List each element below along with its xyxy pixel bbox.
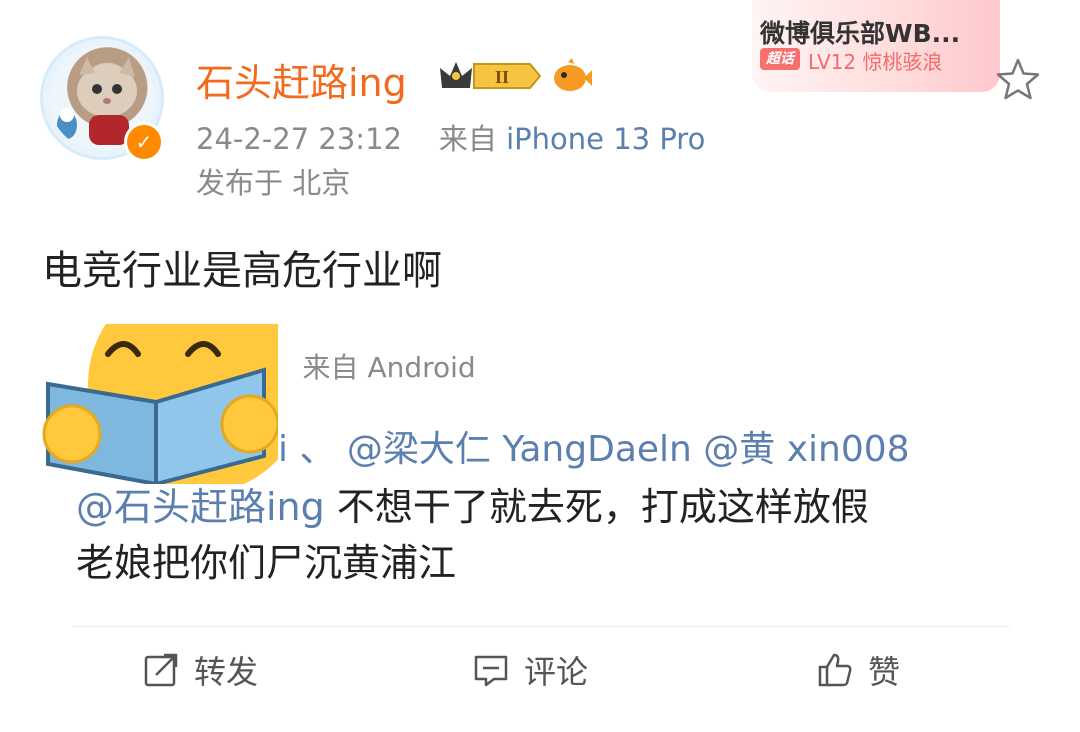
repost-button[interactable]: 转发 — [142, 646, 258, 694]
club-level-tagline: LV12 惊桃骇浪 — [808, 46, 942, 75]
fish-badge-icon — [554, 58, 592, 91]
quoted-mentions-line[interactable]: ii 、 @梁大仁 YangDaeln @黄 xin008 — [268, 420, 910, 472]
quoted-mention[interactable]: @石头赶路ing — [76, 485, 325, 529]
post-location: 发布于 北京 — [196, 166, 351, 200]
comment-button[interactable]: 评论 — [472, 646, 588, 694]
quoted-text-line-2: 老娘把你们尸沉黄浦江 — [76, 541, 457, 585]
timestamp: 24-2-27 23:12 — [196, 122, 402, 156]
like-label: 赞 — [868, 653, 901, 691]
quoted-source: 来自 Android — [302, 351, 476, 384]
repost-icon — [144, 653, 178, 687]
quoted-text-rest: 不想干了就去死，打成这样放假 — [324, 485, 869, 529]
author-name[interactable]: 石头赶路ing — [196, 52, 407, 107]
club-level: LV12 — [808, 50, 857, 74]
quoted-text-line: @石头赶路ing 不想干了就去死，打成这样放假 — [76, 476, 869, 531]
level-badge-text: II — [495, 67, 509, 87]
reading-book-emoji-icon — [42, 324, 278, 484]
thumbs-up-icon — [818, 653, 852, 687]
source-prefix: 来自 — [438, 122, 497, 156]
star-favorite-icon[interactable] — [990, 52, 1046, 108]
repost-label: 转发 — [194, 653, 259, 691]
post-body-text: 电竞行业是高危行业啊 — [42, 248, 442, 294]
comment-label: 评论 — [524, 653, 589, 691]
action-divider — [72, 626, 1010, 627]
club-tagline: 惊桃骇浪 — [862, 50, 943, 74]
like-button[interactable]: 赞 — [816, 646, 900, 694]
post-meta: 24-2-27 23:12 来自 iPhone 13 Pro — [196, 116, 705, 158]
device-link[interactable]: iPhone 13 Pro — [506, 122, 705, 156]
comment-icon — [474, 655, 508, 687]
supertopic-chip: 超话 — [760, 48, 800, 70]
quoted-meta: 7 来自 Android — [258, 346, 476, 386]
club-title: 微博俱乐部WB... — [760, 19, 961, 48]
verified-v-icon: ✓ — [124, 122, 164, 162]
crown-level-badge-icon: II — [440, 62, 542, 89]
